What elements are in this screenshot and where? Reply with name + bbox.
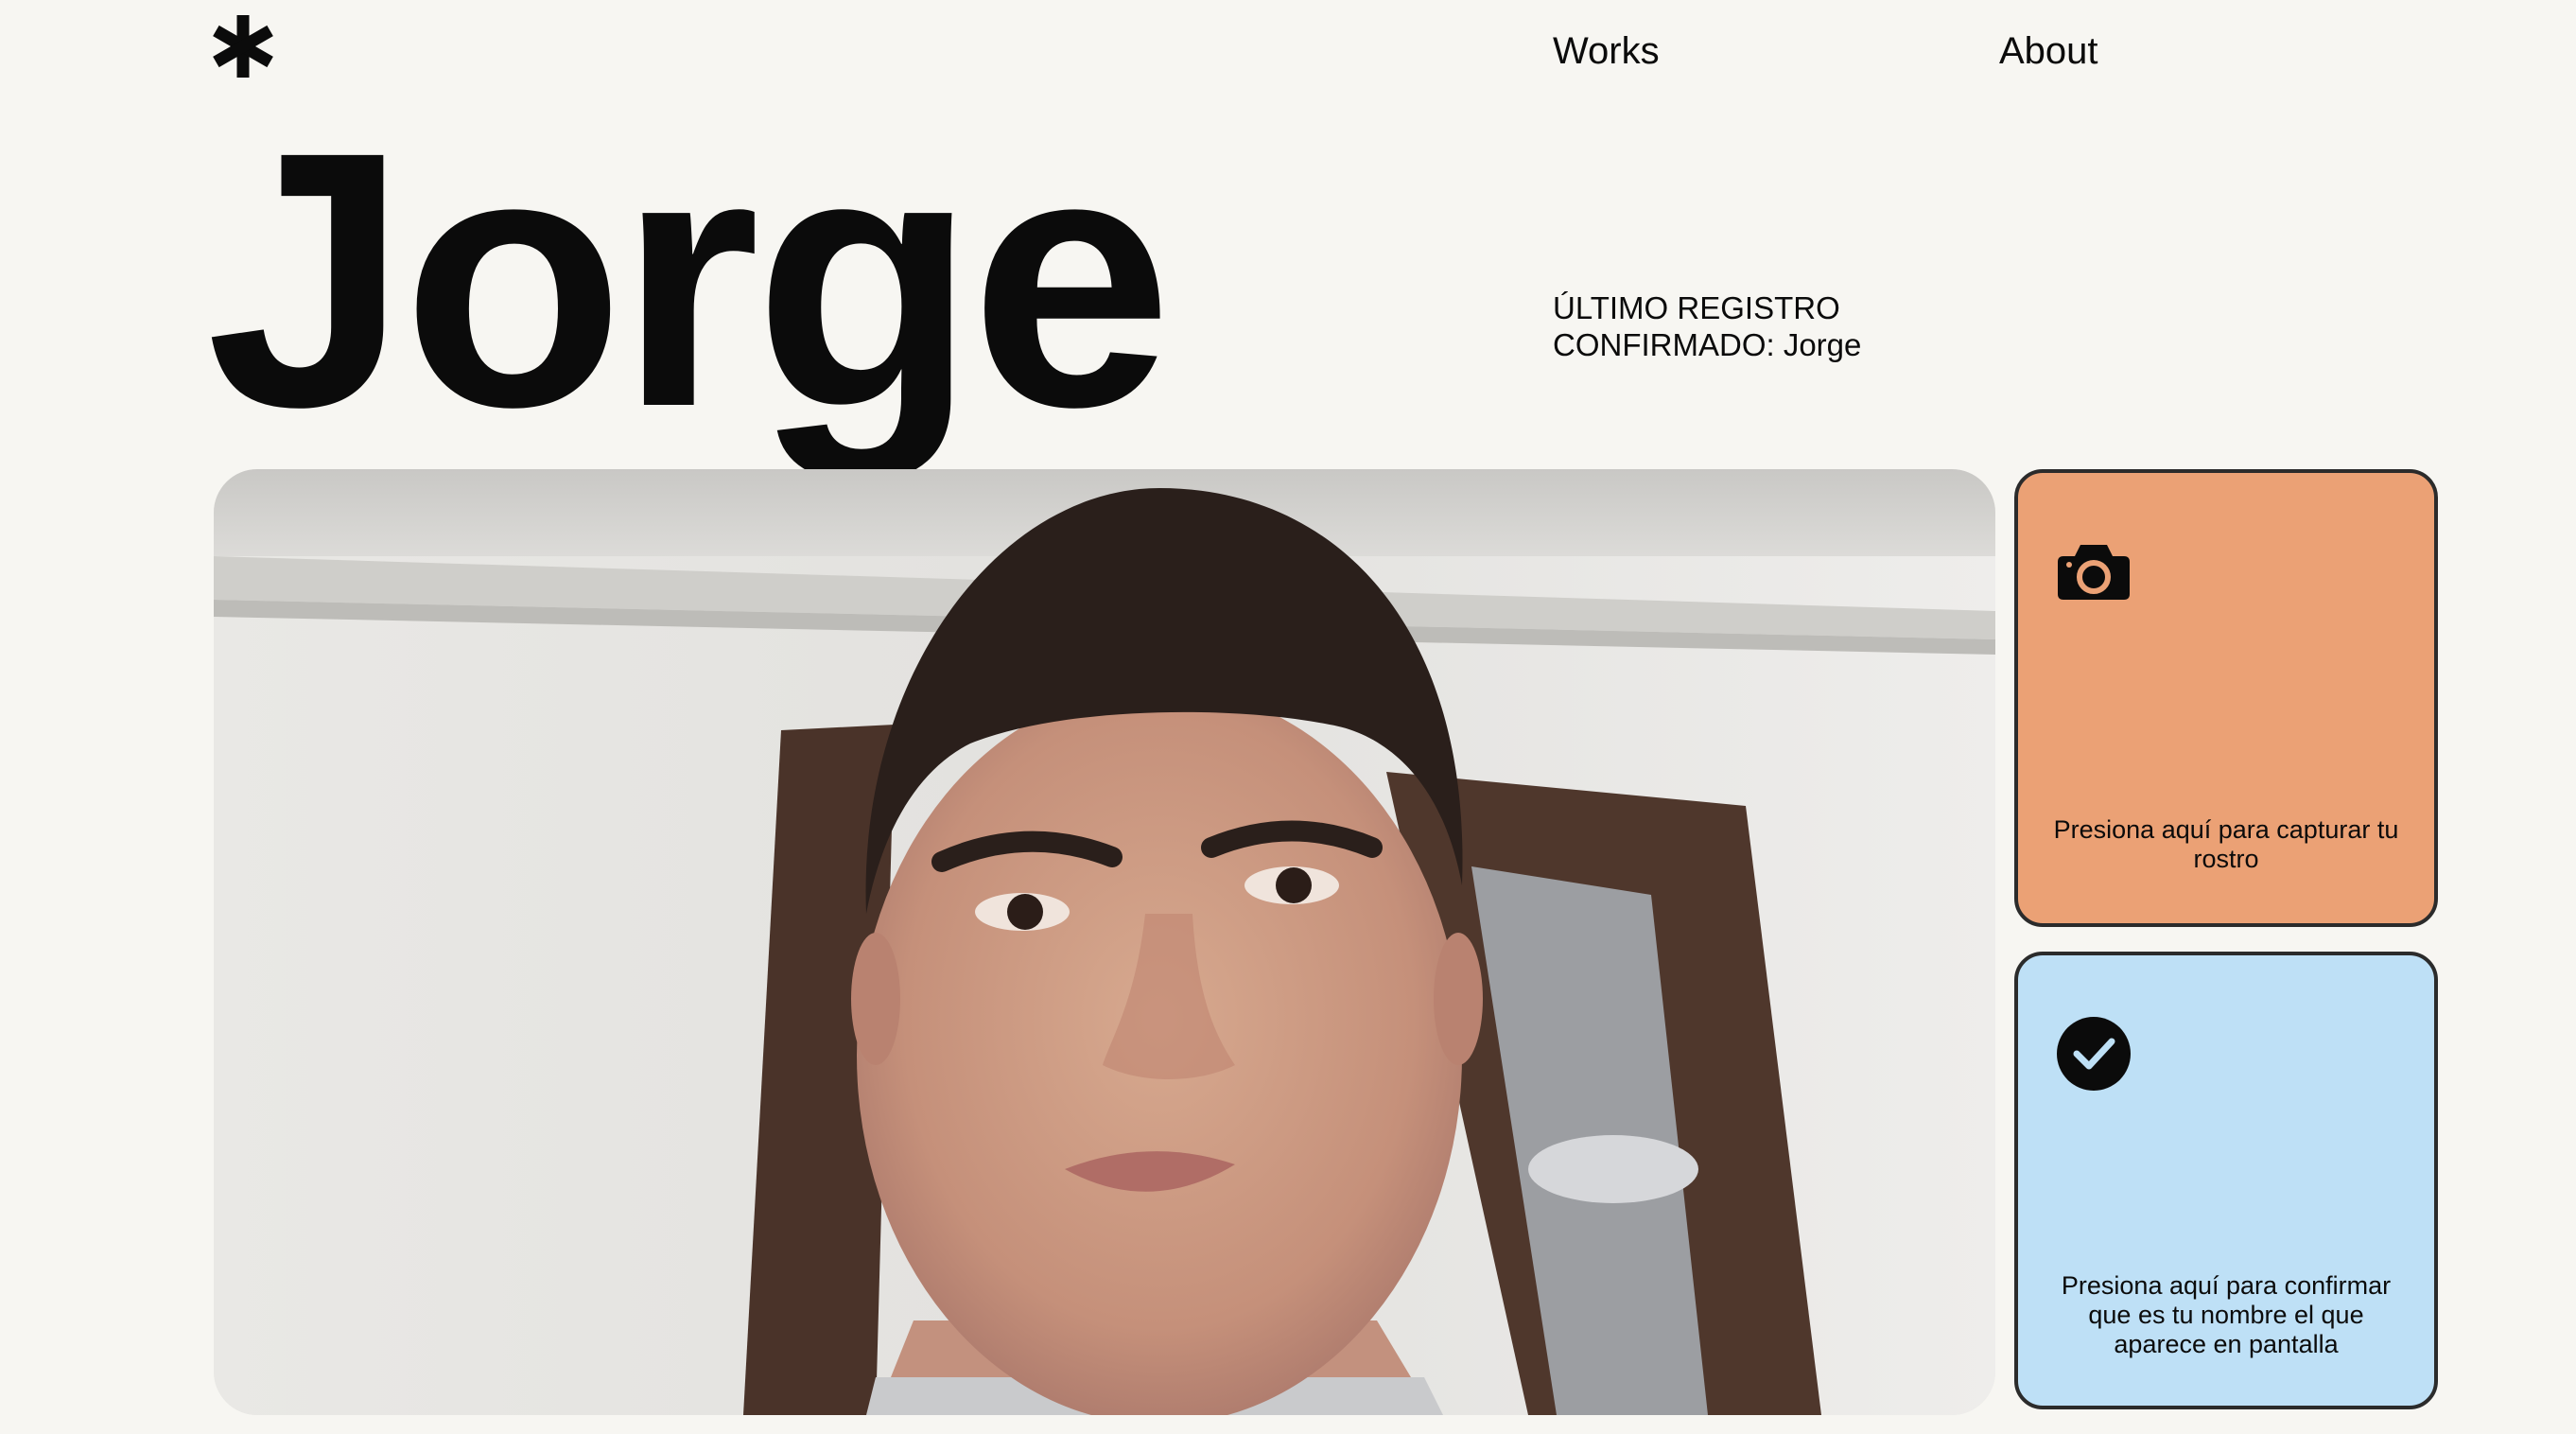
camera-feed-image — [214, 469, 1995, 1415]
status-value: CONFIRMADO: Jorge — [1553, 327, 1862, 362]
confirm-name-button[interactable]: Presiona aquí para confirmar que es tu n… — [2014, 952, 2438, 1409]
nav-about-link[interactable]: About — [1999, 26, 2098, 76]
asterisk-logo-icon[interactable] — [210, 13, 276, 79]
camera-feed — [214, 469, 1995, 1415]
recognized-name-heading: Jorge — [206, 77, 1173, 482]
capture-face-label: Presiona aquí para capturar tu rostro — [2053, 815, 2399, 873]
last-record-status: ÚLTIMO REGISTRO CONFIRMADO: Jorge — [1553, 289, 1861, 363]
capture-face-button[interactable]: Presiona aquí para capturar tu rostro — [2014, 469, 2438, 927]
check-circle-icon — [2056, 1016, 2132, 1092]
camera-icon — [2056, 535, 2132, 611]
status-label: ÚLTIMO REGISTRO — [1553, 290, 1840, 325]
nav-works-link[interactable]: Works — [1553, 26, 1660, 76]
confirm-name-label: Presiona aquí para confirmar que es tu n… — [2061, 1271, 2392, 1358]
